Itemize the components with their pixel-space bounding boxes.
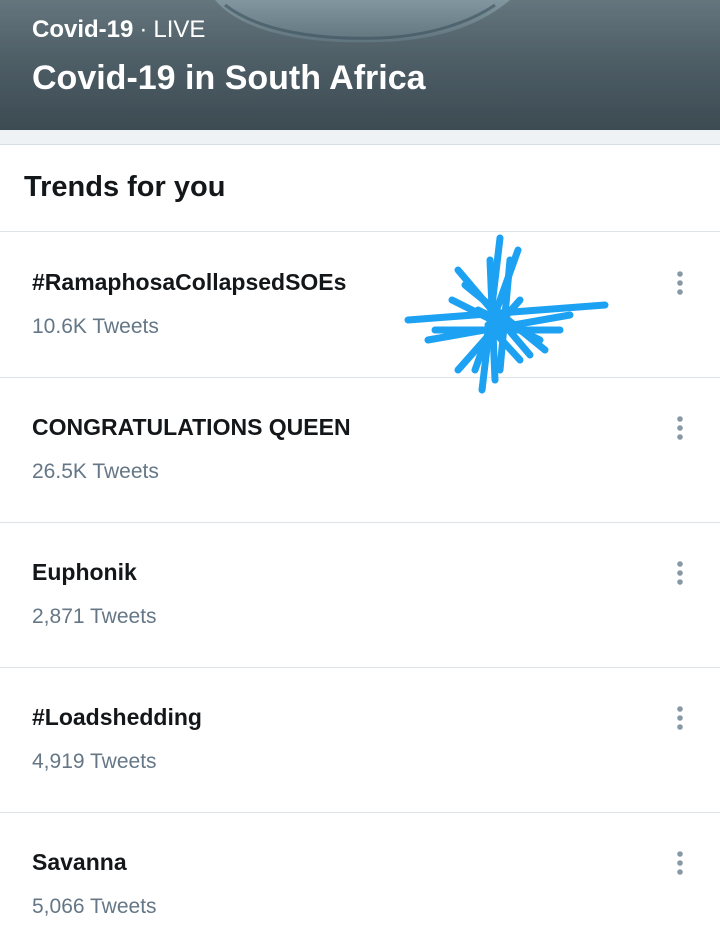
trends-screen: Covid-19 · LIVE Covid-19 in South Africa T… — [0, 0, 720, 935]
trend-item[interactable]: #Loadshedding 4,919 Tweets — [0, 668, 720, 813]
more-vertical-icon[interactable] — [664, 267, 696, 299]
more-vertical-icon[interactable] — [664, 702, 696, 734]
banner-separator: · — [139, 16, 148, 43]
trend-list: #RamaphosaCollapsedSOEs 10.6K Tweets CON… — [0, 233, 720, 935]
trend-name: #Loadshedding — [32, 704, 202, 730]
banner-status: LIVE — [153, 16, 206, 43]
more-vertical-icon[interactable] — [664, 412, 696, 444]
covid-banner[interactable]: Covid-19 · LIVE Covid-19 in South Africa — [0, 0, 720, 130]
trend-tweet-count: 5,066 Tweets — [32, 895, 157, 918]
more-vertical-icon[interactable] — [664, 847, 696, 879]
trend-tweet-count: 2,871 Tweets — [32, 605, 157, 628]
banner-category: Covid-19 — [32, 16, 134, 43]
trend-tweet-count: 26.5K Tweets — [32, 460, 159, 483]
trend-item[interactable]: CONGRATULATIONS QUEEN 26.5K Tweets — [0, 378, 720, 523]
trends-heading: Trends for you — [24, 171, 226, 203]
banner-kicker: Covid-19 · LIVE — [32, 14, 205, 46]
trend-item[interactable]: Savanna 5,066 Tweets — [0, 813, 720, 935]
more-vertical-icon[interactable] — [664, 557, 696, 589]
trends-header: Trends for you — [0, 145, 720, 232]
trend-tweet-count: 4,919 Tweets — [32, 750, 157, 773]
trend-tweet-count: 10.6K Tweets — [32, 315, 159, 338]
trend-name: Euphonik — [32, 559, 137, 585]
trend-item[interactable]: Euphonik 2,871 Tweets — [0, 523, 720, 668]
trend-item[interactable]: #RamaphosaCollapsedSOEs 10.6K Tweets — [0, 233, 720, 378]
section-divider — [0, 130, 720, 145]
trend-name: CONGRATULATIONS QUEEN — [32, 414, 351, 440]
trend-name: #RamaphosaCollapsedSOEs — [32, 269, 347, 295]
banner-title: Covid-19 in South Africa — [32, 59, 426, 97]
trend-name: Savanna — [32, 849, 127, 875]
